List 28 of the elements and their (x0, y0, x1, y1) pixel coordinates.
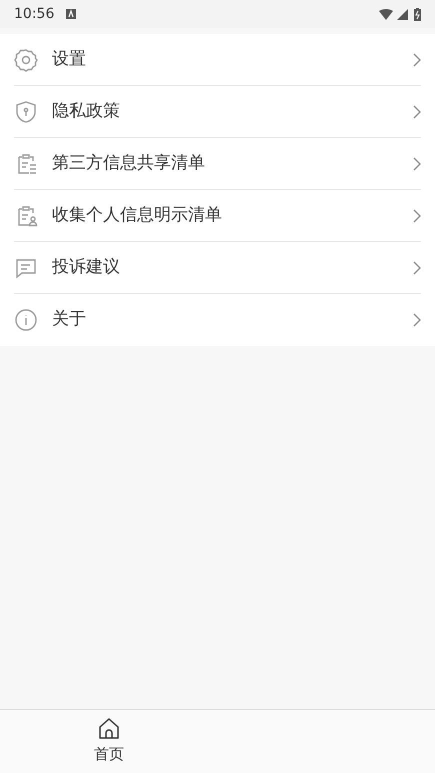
chevron-right-icon (413, 104, 421, 118)
menu-item[interactable]: 第三方信息共享清单 (14, 138, 421, 190)
menu-item[interactable]: 设置 (14, 34, 421, 86)
wifi-icon (379, 8, 393, 20)
nav-tab[interactable]: 首页 (0, 710, 218, 773)
menu-item[interactable]: 关于 (14, 294, 421, 346)
menu-item-label: 关于 (52, 308, 87, 332)
menu-item-label: 隐私政策 (52, 100, 121, 123)
signal-icon (397, 8, 408, 20)
menu-item-label: 第三方信息共享清单 (52, 152, 206, 175)
battery-icon (414, 8, 421, 20)
chevron-right-icon (413, 156, 421, 170)
menu-item[interactable]: 投诉建议 (14, 242, 421, 294)
menu-item[interactable]: 隐私政策 (14, 86, 421, 138)
shield-icon (14, 100, 38, 124)
menu-item-label: 设置 (52, 48, 87, 71)
chevron-right-icon (413, 260, 421, 274)
info-icon (14, 308, 38, 332)
settings-icon (14, 48, 38, 72)
menu-item[interactable]: 收集个人信息明示清单 (14, 190, 421, 242)
chevron-right-icon (413, 208, 421, 222)
chevron-right-icon (413, 52, 421, 66)
status-time: 10:56 (14, 4, 54, 24)
home-icon (96, 717, 121, 742)
chevron-right-icon (413, 313, 421, 327)
menu-item-label: 收集个人信息明示清单 (52, 204, 223, 227)
menu-item-label: 投诉建议 (52, 256, 121, 279)
notification-icon (66, 9, 76, 19)
